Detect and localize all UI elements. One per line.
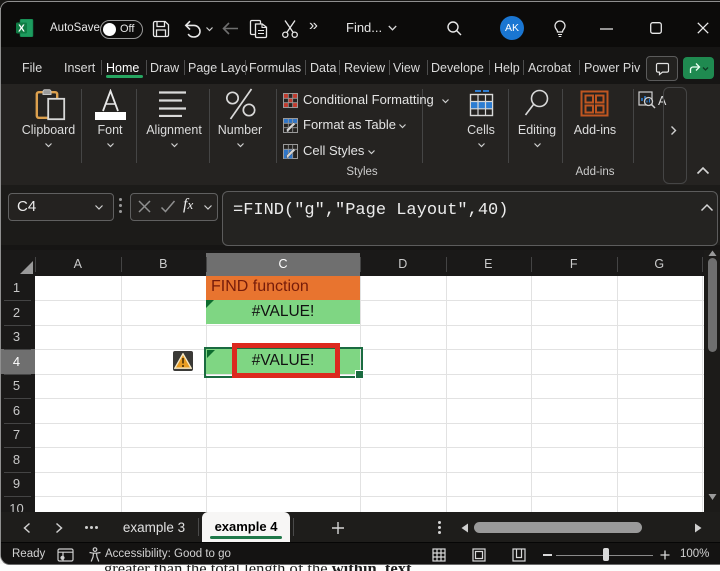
svg-text:X: X (18, 24, 25, 35)
